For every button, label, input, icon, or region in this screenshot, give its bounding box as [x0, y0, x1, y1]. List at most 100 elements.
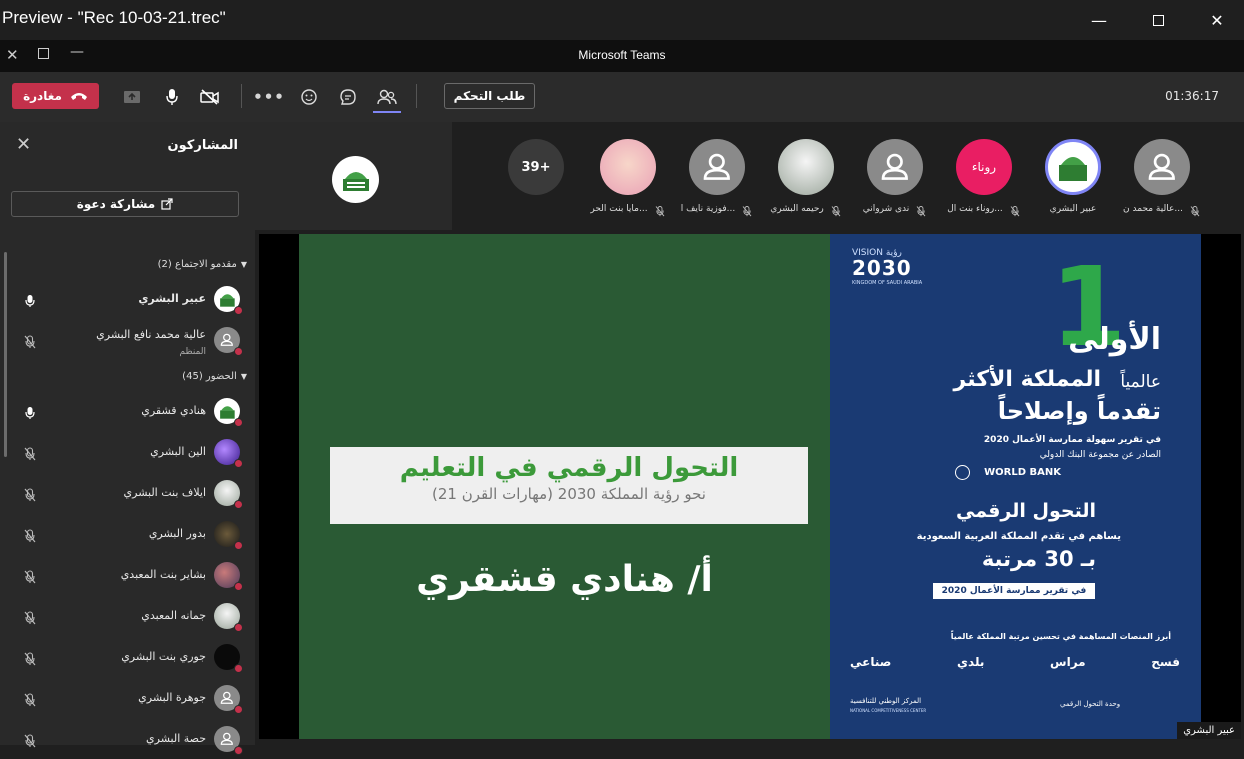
mic-off-icon	[24, 528, 38, 543]
minimize-button[interactable]: —	[1076, 6, 1122, 34]
slide-globally: عالمياً	[1120, 372, 1161, 392]
participants-panel: ✕ المشاركون مشاركة دعوة مقدمو الاجتماع (…	[0, 122, 255, 755]
participant-name: الين البشري	[150, 445, 206, 458]
panel-title: المشاركون	[167, 138, 238, 153]
mic-off-icon	[655, 206, 665, 220]
close-icon: ✕	[1210, 10, 1224, 30]
mic-off-icon	[24, 446, 38, 461]
chat-icon[interactable]	[336, 85, 360, 109]
share-tray-icon[interactable]	[120, 85, 144, 109]
strip-avatar[interactable]	[689, 139, 745, 195]
platform-logos: صناعي بلدي مراس فسح	[850, 652, 1180, 672]
mic-off-icon	[831, 206, 841, 220]
overflow-participants[interactable]: 39+	[508, 139, 564, 195]
caret-down-icon: ▼	[240, 260, 247, 269]
participants-icon[interactable]	[375, 85, 399, 109]
more-icon[interactable]: •••	[253, 85, 284, 109]
status-dot	[234, 306, 243, 315]
slide-platforms: أبرز المنصات المساهمة في تحسين مرتبة الم…	[950, 632, 1171, 641]
meeting-logo	[332, 156, 379, 203]
participant-name: جمانه المعبدي	[141, 609, 206, 622]
mic-off-icon	[916, 206, 926, 220]
maximize-button[interactable]	[1135, 6, 1181, 34]
participant-row[interactable]: ايلاف بنت البشري	[0, 475, 255, 513]
camera-off-icon[interactable]	[198, 85, 222, 109]
participant-row[interactable]: جوهرة البشري	[0, 680, 255, 718]
caret-down-icon: ▼	[240, 372, 247, 381]
active-tab-indicator	[373, 111, 401, 113]
kingdom-label: KINGDOM OF SAUDI ARABIA	[852, 280, 923, 286]
leave-label: مغادرة	[23, 89, 62, 103]
leave-button[interactable]: مغادرة	[12, 83, 99, 109]
app-name: Microsoft Teams	[578, 48, 666, 62]
hangup-icon	[70, 93, 87, 100]
mic-off-icon	[24, 487, 38, 502]
slide-kingdom-most: المملكة الأكثر	[953, 367, 1101, 392]
status-dot	[234, 418, 243, 427]
participant-role: المنظم	[179, 347, 206, 357]
presenters-section-header[interactable]: مقدمو الاجتماع (2) ▼	[158, 259, 247, 270]
attendees-section-header[interactable]: الحضور (45) ▼	[182, 371, 247, 382]
request-control-button[interactable]: طلب التحكم	[444, 83, 535, 109]
maximize-icon	[1152, 14, 1164, 26]
footer-right: وحدة التحول الرقمي	[1060, 700, 1121, 708]
participant-row[interactable]: الين البشري	[0, 434, 255, 472]
mic-icon	[24, 405, 38, 419]
close-icon[interactable]: ✕	[16, 134, 31, 155]
slide-contributes: يساهم في تقدم المملكة العربية السعودية	[916, 531, 1121, 542]
vision-year: 2030	[852, 256, 912, 280]
mic-icon	[24, 293, 38, 307]
platform-logo: بلدي	[957, 655, 985, 669]
toolbar-divider	[241, 84, 242, 108]
platform-logo: صناعي	[850, 655, 892, 669]
teams-header: ✕ — Microsoft Teams	[0, 40, 1244, 72]
participant-name: بشاير بنت المعبدي	[120, 568, 206, 581]
slide-left: التحول الرقمي في التعليم (مهارات القرن 2…	[299, 234, 830, 739]
strip-avatar[interactable]	[867, 139, 923, 195]
mic-off-icon	[24, 569, 38, 584]
slide-subtitle: (مهارات القرن 21) نحو رؤية المملكة 2030	[432, 485, 706, 503]
reactions-icon[interactable]	[297, 85, 321, 109]
attendees-header: الحضور (45)	[182, 371, 237, 382]
participant-row[interactable]: عالية محمد نافع البشري المنظم	[0, 322, 255, 360]
status-dot	[234, 705, 243, 714]
strip-avatar[interactable]: روناء	[956, 139, 1012, 195]
slide-first: الأولى	[1068, 322, 1161, 357]
slide-progress: تقدماً وإصلاحاً	[997, 397, 1161, 425]
participant-name: حصة البشري	[146, 732, 206, 745]
strip-name: عبير البشري	[1049, 204, 1097, 214]
strip-avatar[interactable]	[778, 139, 834, 195]
strip-avatar[interactable]	[1134, 139, 1190, 195]
participant-row[interactable]: جوري بنت البشري	[0, 639, 255, 677]
participant-name: جوهرة البشري	[138, 691, 206, 704]
participant-name: هنادي قشقري	[141, 404, 206, 417]
strip-name: مايا بنت الحر...	[590, 204, 648, 214]
share-invite-button[interactable]: مشاركة دعوة	[11, 191, 239, 217]
participant-row[interactable]: هنادي قشقري	[0, 393, 255, 431]
status-dot	[234, 500, 243, 509]
strip-avatar[interactable]	[1045, 139, 1101, 195]
mic-off-icon	[24, 692, 38, 707]
participant-row[interactable]: حصة البشري	[0, 721, 255, 759]
mic-off-icon	[24, 651, 38, 666]
meeting-toolbar: مغادرة ••• طلب التحكم 01:36:17	[0, 72, 1244, 122]
participant-row[interactable]: بشاير بنت المعبدي	[0, 557, 255, 595]
mic-off-icon	[24, 334, 38, 349]
participant-row[interactable]: جمانه المعبدي	[0, 598, 255, 636]
status-dot	[234, 541, 243, 550]
status-dot	[234, 347, 243, 356]
status-dot	[234, 664, 243, 673]
avatar-initials: روناء	[971, 160, 997, 174]
slide-report-line1: في تقرير سهولة ممارسة الأعمال 2020	[983, 435, 1161, 445]
mic-icon[interactable]	[160, 85, 184, 109]
participant-row[interactable]: عبير البشري	[0, 281, 255, 319]
slide-digital: التحول الرقمي	[956, 500, 1096, 522]
window-title: Preview - "Rec 10-03-21.trec"	[2, 8, 226, 27]
close-window-button[interactable]: ✕	[1194, 6, 1240, 34]
status-dot	[234, 623, 243, 632]
footer-left: المركز الوطني للتنافسية	[850, 697, 922, 705]
platform-logo: فسح	[1151, 655, 1180, 669]
strip-avatar[interactable]	[600, 139, 656, 195]
slide-rank: بـ 30 مرتبة	[981, 547, 1096, 571]
participant-row[interactable]: بدور البشري	[0, 516, 255, 554]
